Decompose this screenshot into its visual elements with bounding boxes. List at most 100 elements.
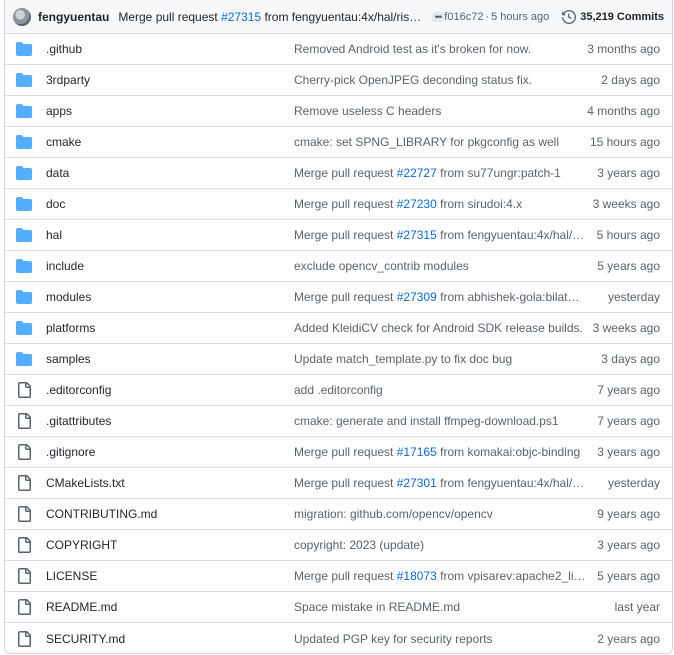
commit-message-prefix: Remove useless C headers	[294, 104, 442, 118]
file-name-link[interactable]: CONTRIBUTING.md	[46, 507, 294, 521]
commit-pr-link[interactable]: #22727	[397, 166, 437, 180]
file-commit-message[interactable]: Merge pull request #27230 from sirudoi:4…	[294, 197, 586, 211]
file-row-platforms[interactable]: platforms Added KleidiCV check for Andro…	[5, 313, 672, 344]
file-commit-message[interactable]: exclude opencv_contrib modules	[294, 259, 586, 273]
ellipsis-icon[interactable]: •••	[431, 11, 445, 22]
file-commit-time: 3 years ago	[597, 538, 660, 552]
file-name-link[interactable]: 3rdparty	[46, 73, 294, 87]
file-row-include[interactable]: include exclude opencv_contrib modules 5…	[5, 251, 672, 282]
file-row-data[interactable]: data Merge pull request #22727 from su77…	[5, 158, 672, 189]
file-commit-time: yesterday	[607, 290, 660, 304]
file-name-link[interactable]: doc	[46, 197, 294, 211]
commit-pr-link[interactable]: #27301	[397, 476, 437, 490]
file-commit-message[interactable]: Merge pull request #22727 from su77ungr:…	[294, 166, 586, 180]
file-commit-message[interactable]: Update match_template.py to fix doc bug	[294, 352, 586, 366]
file-name-link[interactable]: SECURITY.md	[46, 632, 294, 646]
file-row-github[interactable]: .github Removed Android test as it's bro…	[5, 34, 672, 65]
commit-pr-link[interactable]: #27315	[397, 228, 437, 242]
file-name-link[interactable]: LICENSE	[46, 569, 294, 583]
file-name-link[interactable]: .gitignore	[46, 445, 294, 459]
commit-message-prefix: exclude opencv_contrib modules	[294, 259, 469, 273]
file-commit-message[interactable]: Remove useless C headers	[294, 104, 586, 118]
commit-message-suffix: from fengyuentau:4x/hal/riscv_rv…	[440, 476, 586, 490]
file-row-license[interactable]: LICENSE Merge pull request #18073 from v…	[5, 561, 672, 592]
commit-message-prefix: Space mistake in README.md	[294, 600, 461, 614]
file-commit-time: 2 days ago	[601, 73, 660, 87]
file-commit-time: 3 months ago	[587, 42, 660, 56]
commit-message-prefix: Merge pull request	[294, 228, 397, 242]
file-name-link[interactable]: README.md	[46, 600, 294, 614]
file-row-security-md[interactable]: SECURITY.md Updated PGP key for security…	[5, 623, 672, 653]
file-commit-message[interactable]: add .editorconfig	[294, 383, 586, 397]
file-row-readme-md[interactable]: README.md Space mistake in README.md las…	[5, 592, 672, 623]
commit-pr-link[interactable]: #27315	[221, 10, 261, 24]
file-row-copyright[interactable]: COPYRIGHT copyright: 2023 (update) 3 yea…	[5, 530, 672, 561]
file-list: .github Removed Android test as it's bro…	[5, 34, 672, 653]
file-row-3rdparty[interactable]: 3rdparty Cherry-pick OpenJPEG deconding …	[5, 65, 672, 96]
file-commit-message[interactable]: Removed Android test as it's broken for …	[294, 42, 586, 56]
commit-pr-link[interactable]: #27309	[397, 290, 437, 304]
file-row-cmake[interactable]: cmake cmake: set SPNG_LIBRARY for pkgcon…	[5, 127, 672, 158]
commit-author[interactable]: fengyuentau	[38, 10, 109, 24]
commits-history-button[interactable]: 35,219 Commits	[562, 9, 664, 24]
commit-pr-link[interactable]: #27230	[397, 197, 437, 211]
file-row-gitattributes[interactable]: .gitattributes cmake: generate and insta…	[5, 406, 672, 437]
commit-message-prefix: Added KleidiCV check for Android SDK rel…	[294, 321, 583, 335]
file-commit-message[interactable]: Added KleidiCV check for Android SDK rel…	[294, 321, 586, 335]
file-name-link[interactable]: apps	[46, 104, 294, 118]
file-commit-message[interactable]: Space mistake in README.md	[294, 600, 586, 614]
avatar[interactable]	[13, 7, 31, 26]
latest-commit-bar: fengyuentau Merge pull request #27315 fr…	[5, 0, 672, 34]
file-commit-time: 3 days ago	[601, 352, 660, 366]
file-commit-message[interactable]: cmake: generate and install ffmpeg-downl…	[294, 414, 586, 428]
file-row-hal[interactable]: hal Merge pull request #27315 from fengy…	[5, 220, 672, 251]
commit-message-prefix: Update match_template.py to fix doc bug	[294, 352, 513, 366]
file-commit-message[interactable]: cmake: set SPNG_LIBRARY for pkgconfig as…	[294, 135, 586, 149]
folder-icon	[16, 352, 32, 366]
file-commit-message[interactable]: Merge pull request #18073 from vpisarev:…	[294, 569, 586, 583]
file-commit-message[interactable]: Merge pull request #17165 from komakai:o…	[294, 445, 586, 459]
file-name-link[interactable]: samples	[46, 352, 294, 366]
file-name-link[interactable]: include	[46, 259, 294, 273]
file-row-doc[interactable]: doc Merge pull request #27230 from sirud…	[5, 189, 672, 220]
file-commit-message[interactable]: Cherry-pick OpenJPEG deconding status fi…	[294, 73, 586, 87]
file-name-link[interactable]: cmake	[46, 135, 294, 149]
file-row-editorconfig[interactable]: .editorconfig add .editorconfig 7 years …	[5, 375, 672, 406]
file-row-contributing-md[interactable]: CONTRIBUTING.md migration: github.com/op…	[5, 499, 672, 530]
commit-message[interactable]: Merge pull request #27315 from fengyuent…	[118, 10, 422, 24]
file-name-link[interactable]: hal	[46, 228, 294, 242]
file-row-apps[interactable]: apps Remove useless C headers 4 months a…	[5, 96, 672, 127]
commit-sha[interactable]: f016c72	[444, 11, 483, 23]
commit-message-suffix: from su77ungr:patch-1	[436, 166, 561, 180]
file-row-gitignore[interactable]: .gitignore Merge pull request #17165 fro…	[5, 437, 672, 468]
file-row-modules[interactable]: modules Merge pull request #27309 from a…	[5, 282, 672, 313]
file-name-link[interactable]: data	[46, 166, 294, 180]
file-commit-time: 4 months ago	[587, 104, 660, 118]
file-row-samples[interactable]: samples Update match_template.py to fix …	[5, 344, 672, 375]
file-commit-message[interactable]: Merge pull request #27315 from fengyuent…	[294, 228, 586, 242]
file-name-link[interactable]: platforms	[46, 321, 294, 335]
file-row-cmakelists-txt[interactable]: CMakeLists.txt Merge pull request #27301…	[5, 468, 672, 499]
folder-icon	[16, 135, 32, 149]
file-name-link[interactable]: modules	[46, 290, 294, 304]
file-commit-time: last year	[614, 600, 660, 614]
file-name-link[interactable]: .github	[46, 42, 294, 56]
folder-icon	[16, 228, 32, 242]
file-name-link[interactable]: COPYRIGHT	[46, 538, 294, 552]
file-name-link[interactable]: CMakeLists.txt	[46, 476, 294, 490]
file-commit-message[interactable]: Updated PGP key for security reports	[294, 632, 586, 646]
commit-message-prefix: Merge pull request	[294, 445, 397, 459]
commit-pr-link[interactable]: #18073	[397, 569, 437, 583]
file-icon	[18, 599, 31, 615]
file-commit-message[interactable]: Merge pull request #27309 from abhishek-…	[294, 290, 586, 304]
file-name-link[interactable]: .gitattributes	[46, 414, 294, 428]
file-commit-message[interactable]: migration: github.com/opencv/opencv	[294, 507, 586, 521]
commit-message-suffix: from sirudoi:4.x	[436, 197, 523, 211]
file-commit-message[interactable]: Merge pull request #27301 from fengyuent…	[294, 476, 586, 490]
file-commit-message[interactable]: copyright: 2023 (update)	[294, 538, 586, 552]
meta-separator: ·	[485, 10, 490, 23]
file-name-link[interactable]: .editorconfig	[46, 383, 294, 397]
commit-message-prefix: copyright: 2023 (update)	[294, 538, 425, 552]
commit-pr-link[interactable]: #17165	[397, 445, 437, 459]
commit-message-prefix: Merge pull request	[294, 476, 397, 490]
